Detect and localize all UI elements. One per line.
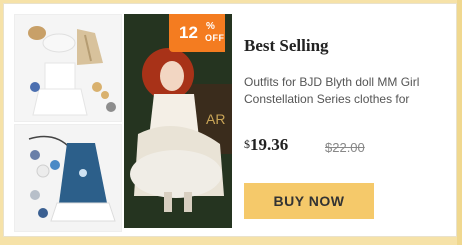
discount-off-label: OFF — [205, 33, 225, 43]
thumbnail-outfit-white[interactable] — [14, 14, 122, 122]
thumbnail-outfit-blue[interactable] — [14, 124, 122, 232]
discount-number: 12 — [179, 23, 198, 42]
product-description-line: Outfits for BJD Blyth doll MM Girl — [244, 75, 420, 89]
price-value: 19.36 — [250, 135, 289, 154]
product-description[interactable]: Outfits for BJD Blyth doll MM Girl Const… — [244, 74, 444, 108]
current-price: $19.36 — [244, 135, 288, 155]
product-description-line: Constellation Series clothes for — [244, 92, 410, 106]
svg-text:AR: AR — [206, 111, 225, 127]
discount-badge: 12 % OFF — [169, 14, 225, 52]
original-price: $22.00 — [325, 140, 365, 155]
page-edge — [457, 0, 462, 245]
product-card[interactable]: AR 12 % OFF Best Selling Outfits for BJD… — [3, 3, 457, 237]
buy-now-button[interactable]: BUY NOW — [244, 183, 374, 219]
discount-percent-sign: % — [206, 21, 215, 32]
product-title: Best Selling — [244, 36, 329, 55]
